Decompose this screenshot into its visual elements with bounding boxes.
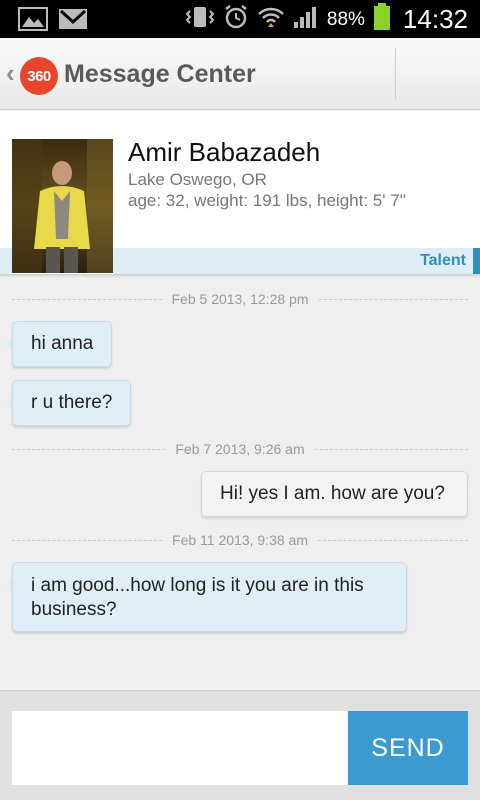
back-chevron-icon[interactable]: ‹ [6, 58, 15, 89]
clock: 14:32 [402, 4, 468, 34]
message-input[interactable] [12, 711, 348, 785]
talent-badge: Talent [420, 252, 466, 269]
profile-name: Amir Babazadeh [128, 137, 321, 167]
talent-accent [473, 248, 480, 274]
action-bar-divider [395, 48, 396, 100]
gallery-icon [18, 7, 48, 36]
send-button[interactable]: SEND [348, 711, 468, 785]
app-logo[interactable]: 360 [20, 57, 58, 95]
message-text: r u there? [31, 392, 113, 413]
vibrate-icon [185, 4, 215, 35]
message-bubble-incoming[interactable]: hi anna [12, 321, 113, 367]
logo-text: 360 [27, 67, 51, 85]
bubble-tail [467, 486, 474, 502]
wifi-icon [257, 4, 285, 35]
date-separator: Feb 11 2013, 9:38 am [12, 530, 469, 550]
message-bubble-outgoing[interactable]: Hi! yes I am. how are you? [201, 471, 468, 517]
status-bar: 88% 14:32 [0, 0, 480, 38]
message-bubble-incoming[interactable]: i am good...how long is it you are in th… [12, 562, 407, 632]
message-bubble-incoming[interactable]: r u there? [12, 380, 132, 426]
message-text: i am good...how long is it you are in th… [31, 575, 364, 620]
date-separator-text: Feb 7 2013, 9:26 am [175, 441, 305, 457]
profile-divider [0, 274, 480, 278]
page-title: Message Center [64, 60, 256, 88]
message-composer: SEND [0, 690, 480, 800]
date-separator-text: Feb 11 2013, 9:38 am [172, 532, 308, 548]
message-text: Hi! yes I am. how are you? [220, 483, 445, 504]
talent-bar: Talent [113, 248, 480, 274]
avatar[interactable] [12, 139, 113, 273]
talent-bar-left [0, 248, 12, 274]
profile-card[interactable]: Amir Babazadeh Lake Oswego, OR age: 32, … [0, 111, 480, 274]
date-separator: Feb 5 2013, 12:28 pm [12, 289, 468, 309]
battery-icon [373, 3, 391, 36]
signal-icon [293, 5, 319, 34]
gmail-icon [58, 7, 88, 36]
message-text: hi anna [31, 333, 94, 354]
date-separator-text: Feb 5 2013, 12:28 pm [171, 291, 309, 307]
battery-percent: 88% [326, 8, 365, 30]
date-separator: Feb 7 2013, 9:26 am [12, 439, 469, 459]
profile-location: Lake Oswego, OR [128, 170, 267, 189]
alarm-icon [223, 4, 249, 35]
profile-stats: age: 32, weight: 191 lbs, height: 5' 7'' [128, 191, 407, 210]
action-bar: ‹ 360 Message Center [0, 38, 480, 110]
